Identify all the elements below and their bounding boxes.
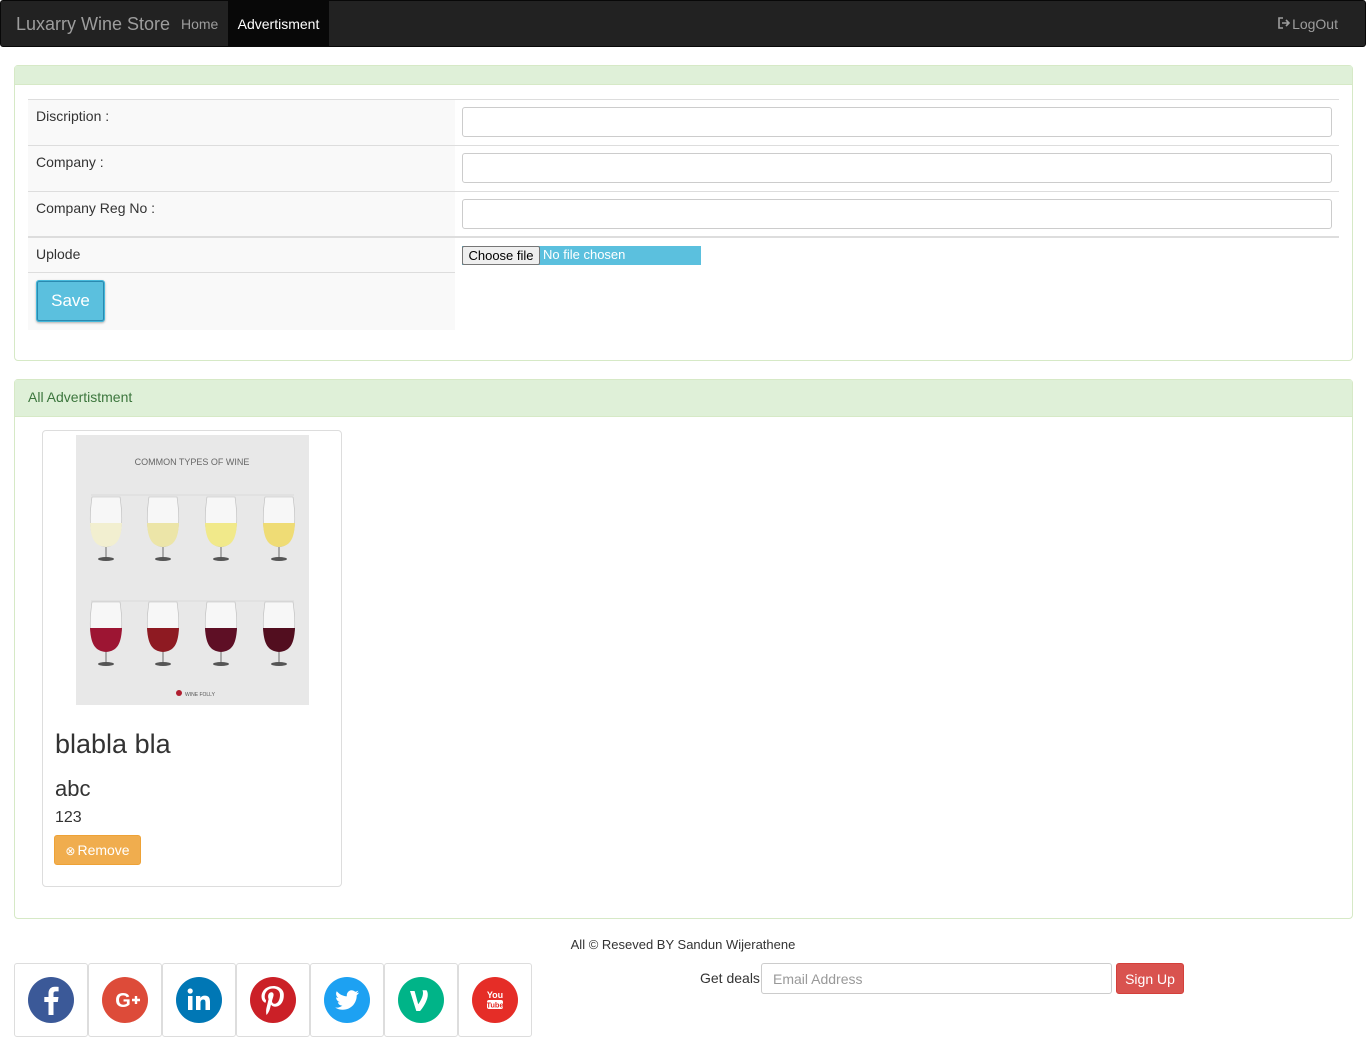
nav-home[interactable]: Home: [167, 1, 232, 47]
pinterest-link[interactable]: [236, 963, 310, 1037]
pinterest-icon: [250, 977, 296, 1023]
company-reg-input[interactable]: [462, 199, 1332, 229]
youtube-link[interactable]: You Tube: [458, 963, 532, 1037]
svg-text:G: G: [115, 990, 131, 1012]
add-advertisment-panel: Discription : Company : Company Reg No :…: [14, 65, 1353, 361]
nav-advertisment[interactable]: Advertisment: [228, 1, 329, 47]
poster-heading: COMMON TYPES OF WINE: [135, 457, 250, 467]
choose-file-button[interactable]: Choose file: [462, 246, 540, 265]
svg-text:Tube: Tube: [486, 1001, 503, 1010]
wine-types-poster: COMMON TYPES OF WINE WINE FOLLY: [76, 435, 309, 705]
remove-label: Remove: [77, 842, 130, 858]
description-row: Discription :: [28, 99, 1339, 145]
description-input[interactable]: [462, 107, 1332, 137]
brand-link[interactable]: Luxarry Wine Store: [16, 14, 170, 35]
advertisment-company: abc: [55, 776, 91, 801]
advertisment-title: blabla bla: [55, 729, 171, 759]
svg-text:You: You: [487, 990, 503, 1000]
upload-label: Uplode: [36, 246, 81, 262]
description-label: Discription :: [36, 108, 110, 124]
log-out-icon: [1278, 2, 1291, 48]
all-advertisment-heading: All Advertistment: [15, 380, 1352, 417]
poster-brand: WINE FOLLY: [185, 692, 216, 698]
company-input[interactable]: [462, 153, 1332, 183]
logout-label: LogOut: [1292, 16, 1338, 32]
advertisment-image: COMMON TYPES OF WINE WINE FOLLY: [76, 435, 309, 705]
twitter-link[interactable]: [310, 963, 384, 1037]
copyright-text: All © Reseved BY Sandun Wijerathene: [570, 937, 796, 952]
email-input[interactable]: [761, 963, 1112, 994]
google-plus-link[interactable]: G: [88, 963, 162, 1037]
sign-up-button[interactable]: Sign Up: [1116, 963, 1184, 994]
file-input[interactable]: Choose file No file chosen: [462, 246, 701, 265]
google-plus-icon: G: [102, 977, 148, 1023]
company-reg-label: Company Reg No :: [36, 200, 156, 216]
vine-icon: [398, 977, 444, 1023]
linkedin-icon: [176, 977, 222, 1023]
youtube-icon: YouTube: [472, 977, 518, 1023]
company-reg-row: Company Reg No :: [28, 191, 1339, 237]
facebook-link[interactable]: [14, 963, 88, 1037]
advertisment-card: COMMON TYPES OF WINE WINE FOLLY blabla b…: [42, 430, 342, 887]
twitter-icon: [324, 977, 370, 1023]
remove-circle-icon: ⊗: [65, 844, 76, 858]
company-row: Company :: [28, 145, 1339, 191]
linkedin-link[interactable]: [162, 963, 236, 1037]
remove-button[interactable]: ⊗ Remove: [54, 835, 141, 865]
upload-row: Uplode Save Choose file No file chosen: [28, 237, 1339, 330]
logout-link[interactable]: LogOut: [1278, 1, 1338, 47]
get-deals-label: Get deals:: [700, 970, 764, 986]
form-panel-heading: [15, 66, 1352, 85]
advertisment-reg-no: 123: [55, 809, 82, 826]
navbar: Luxarry Wine Store Home Advertisment Log…: [0, 0, 1366, 47]
social-links: G You Tube: [14, 963, 532, 1037]
company-label: Company :: [36, 154, 104, 170]
vine-link[interactable]: [384, 963, 458, 1037]
save-button[interactable]: Save: [36, 280, 105, 322]
all-advertisment-panel: All Advertistment COMMON TYPES OF WINE W…: [14, 379, 1353, 919]
facebook-icon: [28, 977, 74, 1023]
no-file-text: No file chosen: [543, 247, 626, 262]
